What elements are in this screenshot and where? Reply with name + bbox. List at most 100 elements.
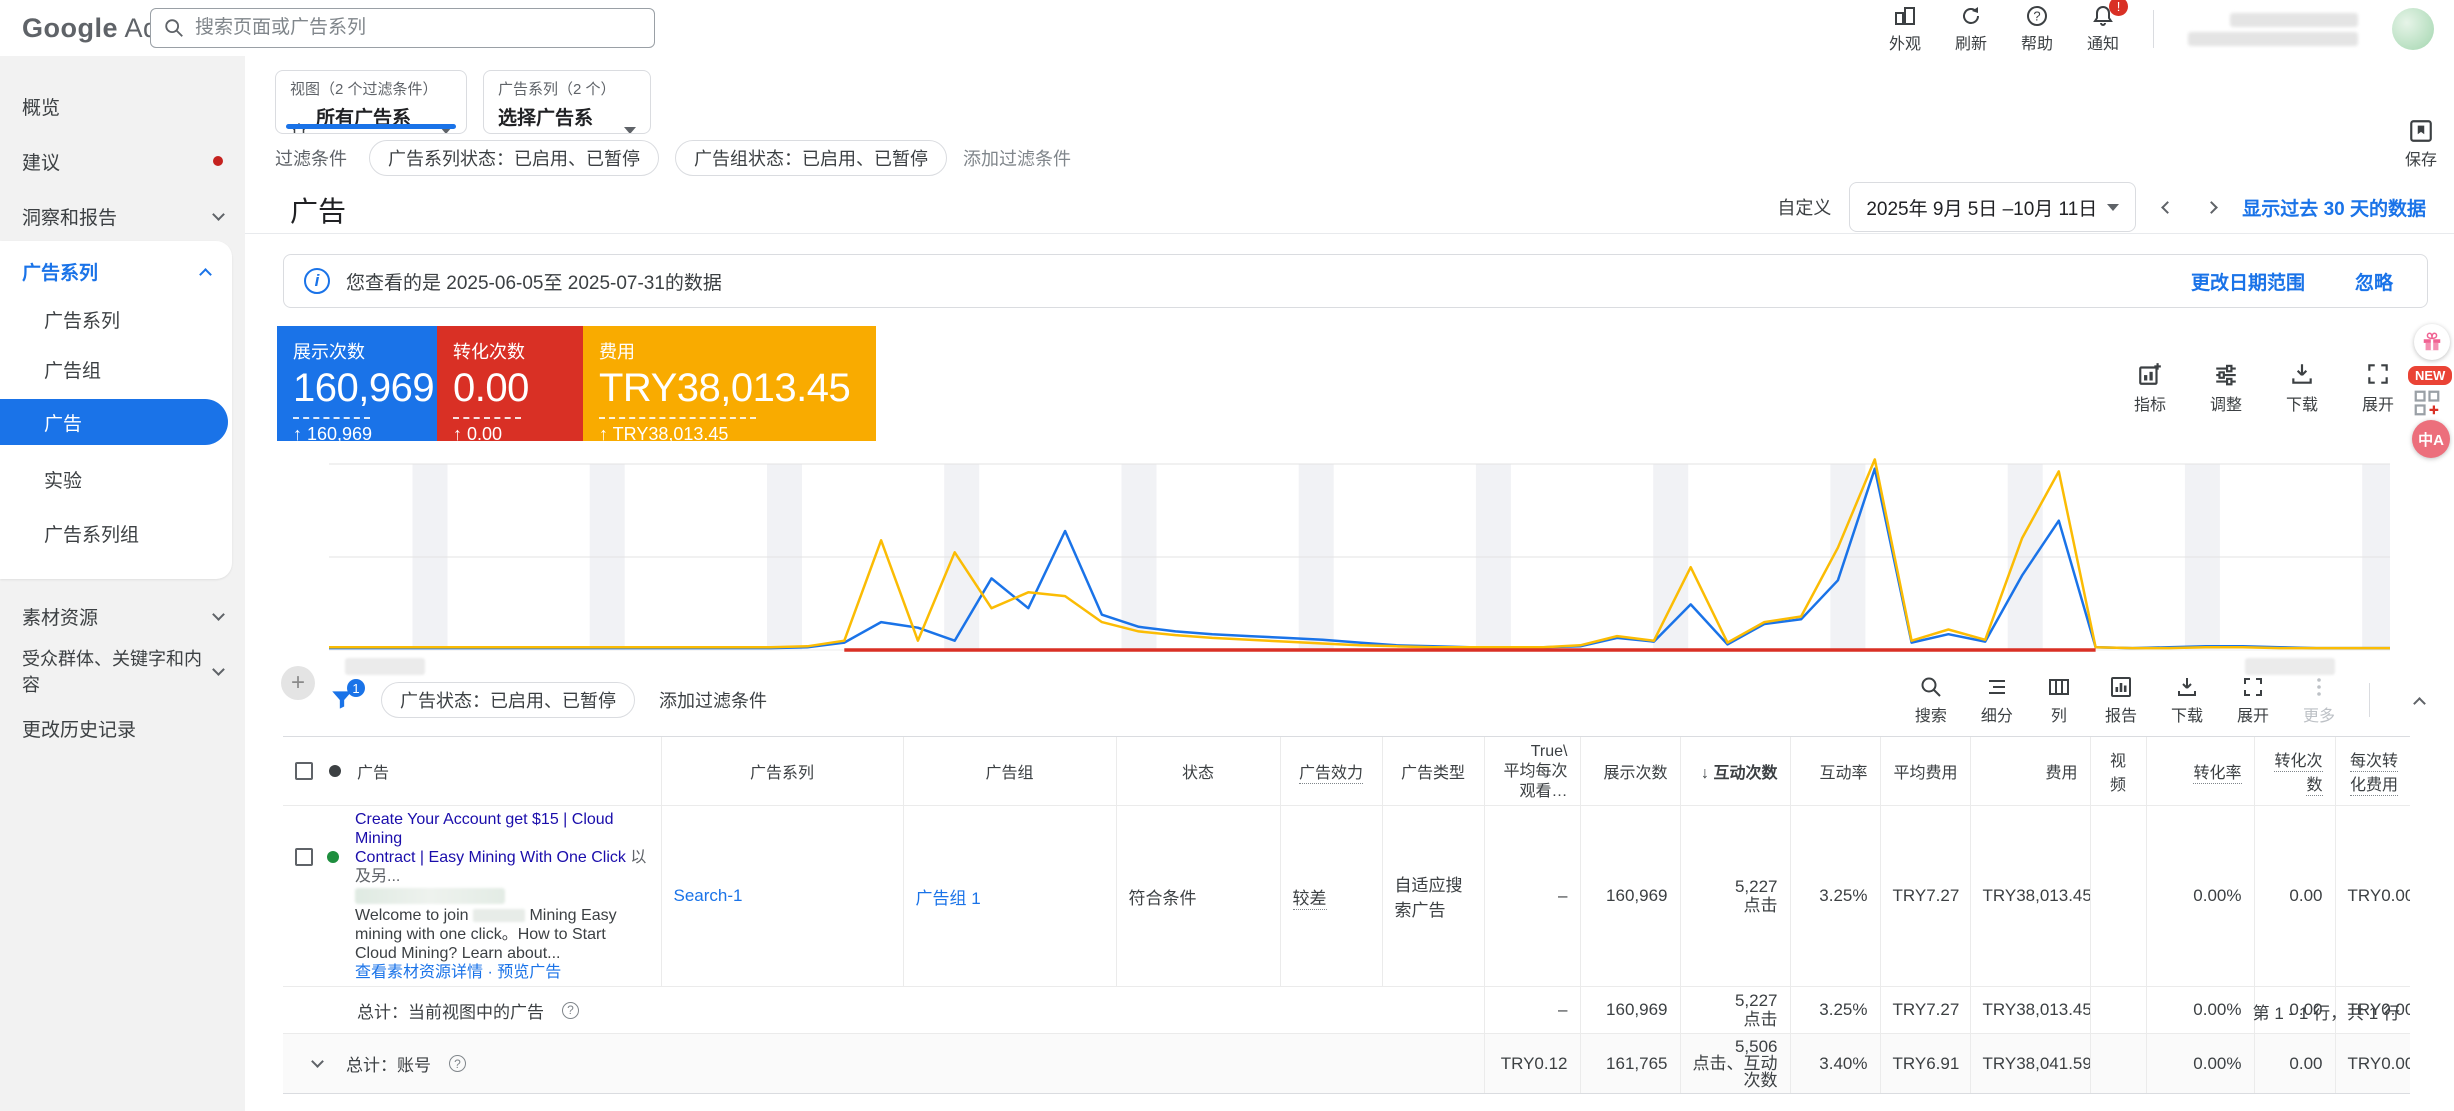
sidebar-label: 广告系列	[22, 262, 99, 284]
expand-totals-chevron[interactable]	[311, 1055, 324, 1068]
scorecard-conversions[interactable]: 转化次数 0.00 ↑ 0.00	[437, 326, 583, 441]
ad-group-link[interactable]: 广告组 1	[916, 889, 981, 908]
sidebar-label: 概览	[22, 97, 61, 119]
sidebar-item-ad-groups[interactable]: 广告组	[0, 349, 232, 389]
save-view-button[interactable]: 保存	[2393, 118, 2449, 170]
change-date-range-link[interactable]: 更改日期范围	[2191, 268, 2305, 295]
scorecard-impressions[interactable]: 展示次数 160,969 ↑ 160,969	[277, 326, 437, 441]
account-info-redacted[interactable]	[2188, 12, 2358, 46]
appearance-button[interactable]: 外观	[1889, 4, 1921, 54]
totals-account-label: 总计：账号	[346, 1056, 431, 1075]
totals-account-row: 总计：账号 ? TRY0.12 161,765 5,506 点击、互动次数 3.4…	[283, 1033, 2410, 1093]
column-header-ad-type[interactable]: 广告类型	[1401, 765, 1465, 782]
sidebar-item-recommendations[interactable]: 建议	[0, 141, 245, 181]
table-expand-button[interactable]: 展开	[2237, 675, 2269, 726]
column-header-interactions[interactable]: 互动次数	[1713, 765, 1777, 782]
segment-button[interactable]: 细分	[1981, 675, 2013, 726]
filter-chip-campaign-status[interactable]: 广告系列状态：已启用、已暂停	[369, 140, 659, 176]
sidebar-item-campaigns[interactable]: 广告系列	[0, 299, 232, 339]
refresh-button[interactable]: 刷新	[1955, 4, 1987, 54]
column-header-trueview[interactable]: True\	[1531, 743, 1568, 760]
table-download-button[interactable]: 下载	[2171, 675, 2203, 726]
status-value[interactable]: 符合条件	[1129, 889, 1197, 908]
adjust-button[interactable]: 调整	[2210, 361, 2242, 415]
campaign-selector-dropdown[interactable]: 广告系列（2 个） 选择广告系列	[483, 70, 651, 134]
previous-period-button[interactable]	[2154, 194, 2180, 220]
gift-icon	[2423, 332, 2441, 351]
sidebar-item-ads-selected[interactable]: 广告	[0, 399, 228, 445]
appearance-icon	[1893, 4, 1917, 28]
column-header-ad[interactable]: 广告	[357, 759, 389, 783]
impressions-value: 160,969	[1606, 886, 1668, 905]
column-header-status[interactable]: 状态	[1182, 765, 1214, 782]
sidebar-item-audiences[interactable]: 受众群体、关键字和内容	[0, 649, 245, 695]
column-header-cost[interactable]: 费用	[2045, 765, 2077, 782]
sidebar-item-assets[interactable]: 素材资源	[0, 596, 245, 636]
appearance-label: 外观	[1888, 36, 1921, 53]
sidebar-item-insights[interactable]: 洞察和报告	[0, 196, 245, 236]
column-header-ad-group[interactable]: 广告组	[985, 765, 1033, 782]
add-button[interactable]: +	[281, 666, 315, 700]
column-header-ad-strength[interactable]: 广告效力	[1298, 765, 1363, 784]
conv-rate-value: 0.00%	[2193, 886, 2242, 905]
sidebar-item-campaign-groups[interactable]: 广告系列组	[0, 513, 232, 553]
more-button-disabled: 更多	[2303, 675, 2335, 726]
ad-asset-links[interactable]: 查看素材资源详情 · 预览广告	[355, 963, 649, 982]
column-header-impressions[interactable]: 展示次数	[1603, 765, 1667, 782]
column-header-avg-cost[interactable]: 平均费用	[1893, 765, 1957, 782]
sidebar-item-experiments[interactable]: 实验	[0, 459, 232, 499]
chart-download-button[interactable]: 下载	[2286, 361, 2318, 415]
column-header-interaction-rate[interactable]: 互动率	[1819, 765, 1867, 782]
chart-expand-button[interactable]: 展开	[2362, 361, 2394, 415]
ad-strength-value[interactable]: 较差	[1292, 888, 1327, 910]
avatar[interactable]	[2392, 8, 2434, 50]
search-input[interactable]	[195, 17, 642, 39]
help-button[interactable]: ? 帮助	[2021, 4, 2053, 54]
divider	[2153, 10, 2154, 48]
scorecard-cost[interactable]: 费用 TRY38,013.45 ↑ TRY38,013.45	[583, 326, 876, 441]
pagination-status: 第 1 - 1 行，共 1 行	[2252, 1004, 2400, 1023]
column-header-video[interactable]: 视频	[2110, 753, 2126, 794]
translate-extension-button[interactable]: 中A	[2412, 420, 2450, 458]
table-search-button[interactable]: 搜索	[1915, 675, 1947, 726]
date-range-selector[interactable]: 2025年 9月 5日 –10月 11日	[1849, 182, 2137, 232]
columns-button[interactable]: 列	[2047, 675, 2071, 726]
grid-extension-button[interactable]	[2412, 388, 2442, 418]
help-circle-icon[interactable]: ?	[449, 1055, 466, 1072]
next-period-button[interactable]	[2198, 194, 2224, 220]
dismiss-banner-link[interactable]: 忽略	[2355, 268, 2393, 295]
select-all-checkbox[interactable]	[295, 762, 313, 780]
column-header-conversions[interactable]: 转化次数	[2274, 753, 2323, 796]
column-header-conv-rate[interactable]: 转化率	[2193, 765, 2242, 784]
filter-chip-adgroup-status[interactable]: 广告组状态：已启用、已暂停	[675, 140, 947, 176]
sidebar-group-campaigns[interactable]: 广告系列	[0, 251, 232, 291]
row-checkbox[interactable]	[295, 848, 313, 866]
global-search-box[interactable]	[150, 8, 655, 48]
show-last-30-days-link[interactable]: 显示过去 30 天的数据	[2242, 194, 2426, 221]
filter-chip-ad-status[interactable]: 广告状态：已启用、已暂停	[381, 682, 635, 718]
recommendations-alert-dot	[213, 156, 223, 166]
table-filter-button[interactable]: 1	[329, 679, 365, 713]
date-mode-label: 自定义	[1777, 198, 1832, 218]
add-filter-button[interactable]: 添加过滤条件	[963, 145, 1071, 171]
collapse-table-button[interactable]	[2404, 693, 2434, 710]
conversions-value: 0.00	[2289, 886, 2323, 905]
report-button[interactable]: 报告	[2105, 675, 2137, 726]
sidebar-item-overview[interactable]: 概览	[0, 86, 245, 126]
metrics-button[interactable]: 指标	[2134, 361, 2166, 415]
table-add-filter-button[interactable]: 添加过滤条件	[659, 687, 767, 713]
divider	[245, 233, 2454, 234]
column-header-cost-per-conv[interactable]: 每次转化费用	[2349, 753, 2398, 796]
sidebar-item-change-history[interactable]: 更改历史记录	[0, 708, 245, 748]
column-header-campaign[interactable]: 广告系列	[750, 765, 814, 782]
gift-extension-button[interactable]	[2414, 324, 2450, 360]
chevron-up-icon	[2412, 696, 2426, 710]
campaign-link[interactable]: Search-1	[674, 886, 743, 905]
filter-bar-label: 过滤条件	[275, 149, 347, 169]
notifications-button[interactable]: ! 通知	[2087, 0, 2128, 54]
account-cost: TRY38,041.59	[1982, 1053, 2091, 1073]
interactions-value: 5,227	[1734, 877, 1778, 896]
left-nav: 概览 建议 洞察和报告 广告系列 广告系列 广告组 广告 实验 广告系列组 素材…	[0, 56, 245, 1111]
view-selector-dropdown[interactable]: 视图（2 个过滤条件） 所有广告系列	[275, 70, 467, 134]
banner-text: 您查看的是 2025-06-05至 2025-07-31的数据	[346, 272, 722, 294]
